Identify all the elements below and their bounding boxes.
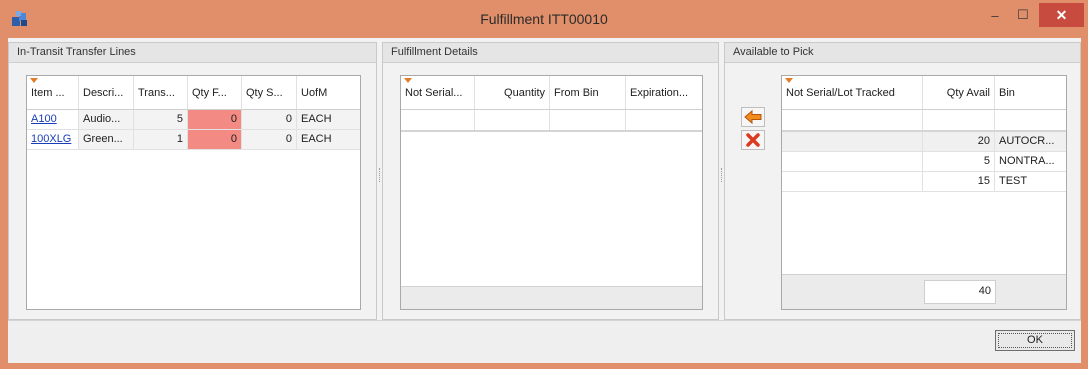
col-header-qty-avail[interactable]: Qty Avail: [923, 76, 995, 109]
cell-bin: NONTRA...: [999, 155, 1055, 167]
cell-qty-fulfilled[interactable]: 0: [188, 110, 242, 129]
cell-bin: TEST: [999, 175, 1028, 187]
transfer-lines-grid[interactable]: Item ... Descri... Trans... Qty F... Qty…: [26, 75, 361, 310]
table-row[interactable]: A100 Audio... 5 0 0 EACH: [27, 110, 360, 130]
fulfillment-window: Fulfillment ITT00010 – ☐ ✕ In-Transit Tr…: [0, 0, 1088, 369]
dialog-body: In-Transit Transfer Lines Item ... Descr…: [8, 38, 1081, 363]
item-link[interactable]: 100XLG: [31, 133, 71, 145]
col-header-not-serial-tracked[interactable]: Not Serial/Lot Tracked: [782, 76, 923, 109]
grid-footer: 40: [782, 274, 1066, 309]
new-row-cell[interactable]: [401, 110, 475, 130]
cell-qty-avail: 15: [923, 172, 995, 191]
cell-tracked: [782, 132, 923, 151]
grid-header: Item ... Descri... Trans... Qty F... Qty…: [27, 76, 360, 110]
cell-qty-fulfilled[interactable]: 0: [188, 130, 242, 149]
transfer-lines-panel: In-Transit Transfer Lines Item ... Descr…: [8, 42, 377, 320]
cell-item[interactable]: 100XLG: [27, 130, 79, 149]
col-header-qty-shipped[interactable]: Qty S...: [242, 76, 297, 109]
fulfillment-details-title: Fulfillment Details: [383, 43, 718, 63]
arrow-left-icon: [744, 109, 762, 125]
cell-tracked: [782, 152, 923, 171]
ok-button[interactable]: OK: [995, 330, 1075, 351]
col-header-not-serial[interactable]: Not Serial...: [401, 76, 475, 109]
close-button[interactable]: ✕: [1039, 3, 1084, 27]
minimize-button[interactable]: –: [983, 4, 1007, 26]
available-to-pick-title: Available to Pick: [725, 43, 1080, 63]
cell-tracked: [782, 172, 923, 191]
new-row-cell[interactable]: [626, 110, 702, 130]
remove-button[interactable]: [741, 130, 765, 150]
cell-item[interactable]: A100: [27, 110, 79, 129]
focus-rect: [998, 333, 1072, 348]
add-to-fulfillment-button[interactable]: [741, 107, 765, 127]
new-row[interactable]: [782, 110, 1066, 132]
cell-qty-avail: 20: [923, 132, 995, 151]
cell-description: Audio...: [79, 110, 134, 129]
sort-indicator-icon: [785, 78, 793, 83]
cell-uofm: EACH: [301, 133, 332, 145]
table-row[interactable]: 5 NONTRA...: [782, 152, 1066, 172]
maximize-button[interactable]: ☐: [1011, 4, 1035, 26]
table-row[interactable]: 20 AUTOCR...: [782, 132, 1066, 152]
col-header-expiration[interactable]: Expiration...: [626, 76, 702, 109]
cell-qty-avail: 5: [923, 152, 995, 171]
item-link[interactable]: A100: [31, 113, 57, 125]
col-header-item[interactable]: Item ...: [27, 76, 79, 109]
new-row[interactable]: [401, 110, 702, 132]
cell-description: Green...: [79, 130, 134, 149]
transfer-lines-title: In-Transit Transfer Lines: [9, 43, 376, 63]
col-header-label: Not Serial/Lot Tracked: [786, 87, 895, 99]
table-row[interactable]: 15 TEST: [782, 172, 1066, 192]
new-row-cell[interactable]: [550, 110, 626, 130]
col-header-transfer[interactable]: Trans...: [134, 76, 188, 109]
cell-transfer: 5: [134, 110, 188, 129]
button-bar: [8, 320, 1081, 363]
col-header-uofm[interactable]: UofM: [297, 76, 360, 109]
table-row[interactable]: 100XLG Green... 1 0 0 EACH: [27, 130, 360, 150]
cell-uofm: EACH: [301, 113, 332, 125]
grid-header: Not Serial/Lot Tracked Qty Avail Bin: [782, 76, 1066, 110]
red-x-icon: [746, 133, 760, 147]
fulfillment-details-grid[interactable]: Not Serial... Quantity From Bin Expirati…: [400, 75, 703, 310]
grid-header: Not Serial... Quantity From Bin Expirati…: [401, 76, 702, 110]
col-header-quantity[interactable]: Quantity: [475, 76, 550, 109]
col-header-bin[interactable]: Bin: [995, 76, 1066, 109]
available-to-pick-panel: Available to Pick Not Serial/Lot Tracked…: [724, 42, 1081, 320]
cell-qty-shipped: 0: [242, 110, 297, 129]
cell-bin: AUTOCR...: [999, 135, 1055, 147]
col-header-from-bin[interactable]: From Bin: [550, 76, 626, 109]
fulfillment-details-panel: Fulfillment Details Not Serial... Quanti…: [382, 42, 719, 320]
col-header-qty-fulfilled[interactable]: Qty F...: [188, 76, 242, 109]
cell-transfer: 1: [134, 130, 188, 149]
col-header-label: Not Serial...: [405, 87, 463, 99]
sort-indicator-icon: [30, 78, 38, 83]
col-header-description[interactable]: Descri...: [79, 76, 134, 109]
grid-footer: [401, 286, 702, 309]
new-row-cell[interactable]: [923, 110, 995, 130]
new-row-cell[interactable]: [782, 110, 923, 130]
available-to-pick-grid[interactable]: Not Serial/Lot Tracked Qty Avail Bin 20 …: [781, 75, 1067, 310]
new-row-cell[interactable]: [475, 110, 550, 130]
title-bar[interactable]: Fulfillment ITT00010 – ☐ ✕: [0, 0, 1088, 38]
new-row-cell[interactable]: [995, 110, 1066, 130]
qty-avail-total: 40: [924, 280, 996, 304]
sort-indicator-icon: [404, 78, 412, 83]
window-title: Fulfillment ITT00010: [480, 11, 608, 27]
cell-qty-shipped: 0: [242, 130, 297, 149]
col-header-label: Item ...: [31, 87, 65, 99]
